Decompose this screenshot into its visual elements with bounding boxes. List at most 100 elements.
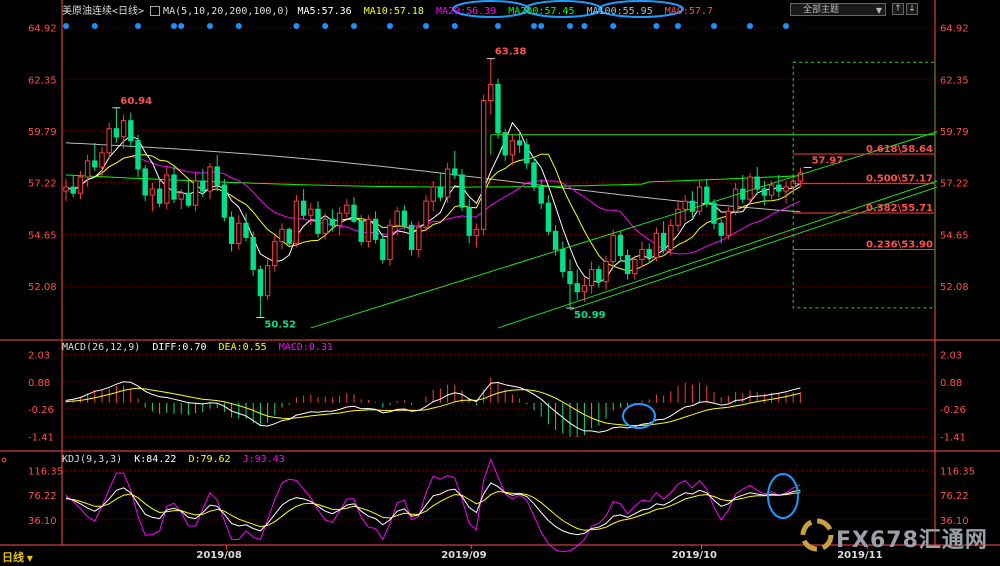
fib-level-label: 0.236\53.90 [866,239,933,250]
timeframe-selector[interactable]: 日线 [2,549,33,565]
price-tick-label-right: 57.22 [940,179,969,190]
candle-body [444,168,451,198]
macd-diff: DIFF:0.70 [152,342,207,353]
candle-body [725,210,732,236]
candle-body [761,188,768,196]
candle-body [92,160,98,168]
signal-dot-icon [675,23,681,29]
price-annotation: 60.94 [120,96,152,107]
price-tick-label-left: 64.92 [28,24,57,35]
candle-body [70,186,76,194]
kdj-tick-label-left: 116.35 [28,466,63,477]
candle-body [632,259,638,275]
signal-dot-icon [538,23,545,29]
kdj-tick-label-right: 76.22 [940,491,969,502]
candle-body [423,200,429,228]
candle-body [617,234,624,256]
candle-body [696,186,703,212]
signal-dot-icon [423,23,429,29]
candle-body [279,228,285,242]
signal-dot-icon [451,23,458,29]
ma200-value: MA200:57.45 [508,6,575,17]
ma100-value: MA100:55.95 [586,6,653,17]
highlight-ellipse [622,403,656,429]
candle-body [682,200,688,210]
candle-body [524,144,530,164]
candle-body [732,188,739,212]
kdj-k-line [65,482,801,536]
macd-tick-label-left: 0.88 [28,378,50,389]
settings-square-icon[interactable] [150,6,161,16]
candle-body [228,216,235,244]
candle-body [250,236,256,271]
signal-dot-icon [293,23,300,29]
candle-body [689,200,696,212]
signal-dot-icon [495,23,501,29]
candle-body [581,285,588,293]
candle-body [466,206,472,236]
candle-body [394,210,400,226]
candle-body [545,202,552,232]
watermark-text: FX678汇通网 [836,528,988,553]
candle-body [128,120,134,142]
signal-dot-icon [171,23,177,29]
candle-body [416,226,422,250]
candle-body [430,186,436,202]
price-annotation: 63.38 [495,47,527,58]
price-tick-label-left: 57.22 [28,179,57,190]
fib-level-label: 0.382\55.71 [866,203,933,214]
candle-body [329,218,336,226]
candle-body [365,218,372,242]
macd-spec: MACD(26,12,9) [62,342,141,353]
signal-dot-icon [653,23,660,29]
price-tick-label-right: 64.92 [940,24,969,35]
candle-body [516,140,523,146]
candle-body [63,186,69,192]
up-arrow-icon[interactable]: ↑ [892,3,904,15]
candle-body [783,186,789,192]
candle-body [646,248,652,258]
candle-body [459,174,465,208]
price-annotation: 50.99 [574,310,606,321]
candle-body [149,188,156,196]
theme-dropdown[interactable]: 全部主题 [790,3,886,17]
kdj-d-line [65,490,801,531]
candle-body [776,184,782,192]
candle-body [495,83,501,134]
price-tick-label-left: 52.08 [28,282,57,293]
candle-body [740,188,746,200]
highlight-ellipse [767,473,799,519]
ma5-value: MA5:57.36 [297,6,352,17]
ma20-value: MA20:56.39 [435,6,497,17]
signal-dot-icon [531,23,537,29]
candle-body [387,224,393,261]
candle-body [322,218,328,234]
kdj-j: J:93.43 [242,454,285,465]
down-arrow-icon[interactable]: ↓ [906,3,918,15]
price-tick-label-left: 62.35 [28,75,57,86]
candle-body [257,269,264,297]
signal-dot-icon [610,23,617,29]
macd-tick-label-right: -0.26 [940,405,966,416]
candle-body [509,140,516,156]
signal-dot-icon [63,23,69,29]
candle-body [603,261,609,283]
x-axis-label: 2019/08 [196,550,241,561]
candle-body [668,224,674,250]
candle-body [574,283,580,293]
candle-body [552,230,559,250]
macd-dea: DEA:0.55 [218,342,267,353]
kdj-tick-label-left: 76.22 [28,491,57,502]
price-annotation: 50.52 [264,319,296,330]
candle-body [178,192,184,200]
candle-body [142,168,148,196]
candle-body [156,188,163,204]
candle-body [372,218,379,240]
candle-body [567,271,573,285]
candle-body [106,128,112,154]
candle-body [77,176,84,194]
macd-tick-label-left: -0.26 [28,405,54,416]
candle-body [718,222,724,236]
candle-body [401,210,408,226]
candle-body [351,204,357,222]
